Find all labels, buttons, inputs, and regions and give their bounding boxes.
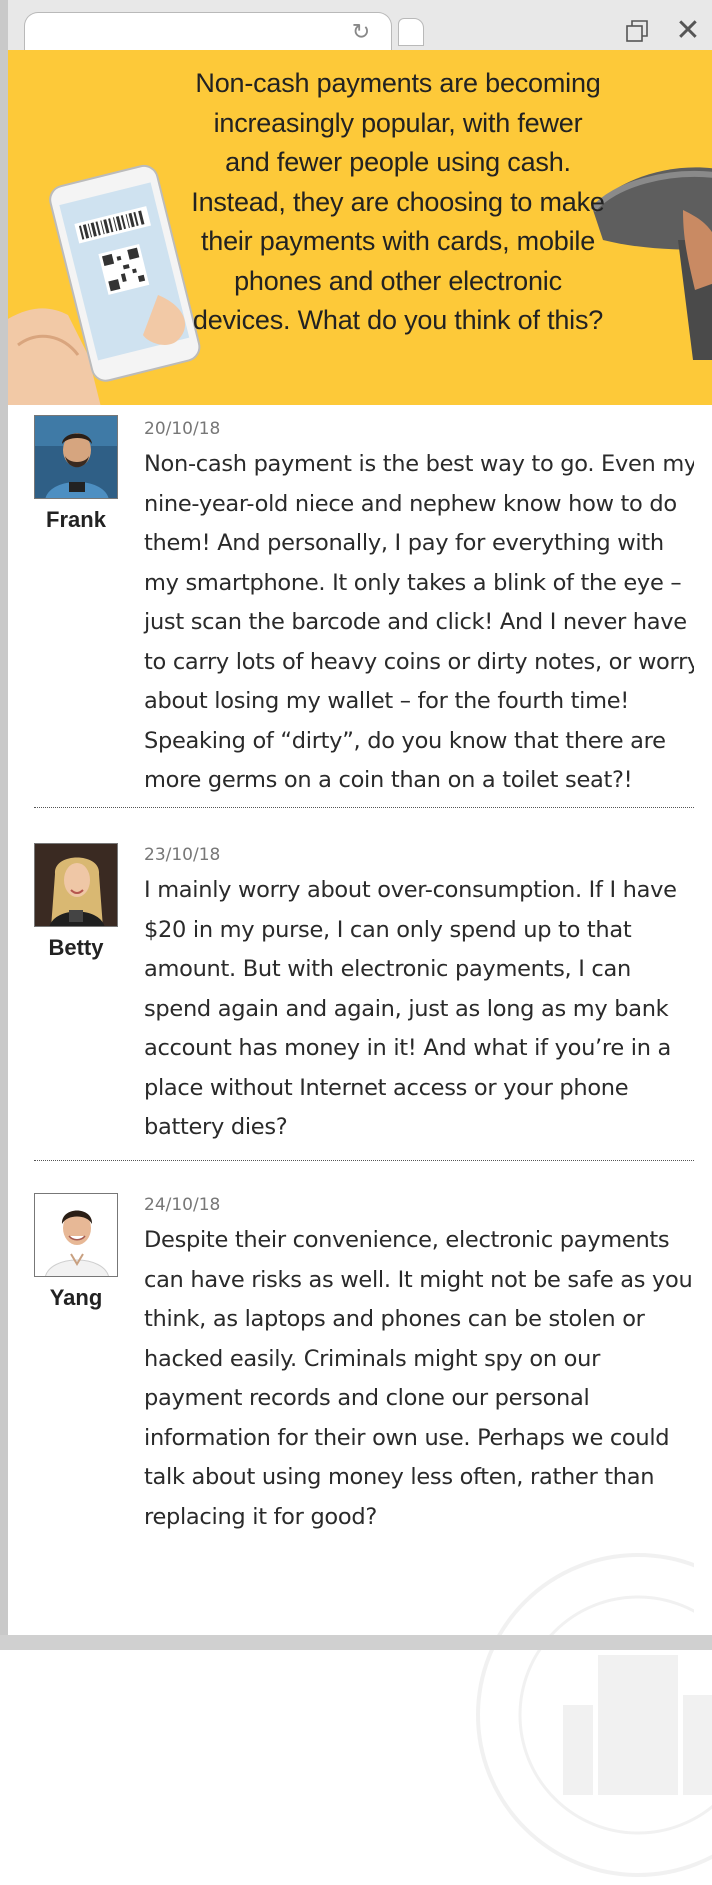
comment-text: I mainly worry about over-consumption. I… [144,877,677,1140]
topic-banner: Non-cash payments are becoming increasin… [8,50,712,405]
comment-divider [34,807,694,808]
browser-tab-bar: ↻ ✕ [8,0,712,52]
comments-section: Frank 20/10/18 Non-cash payment is the b… [8,405,712,1877]
restore-window-icon[interactable] [625,18,653,44]
comment-text: Non-cash payment is the best way to go. … [144,451,701,793]
window-bottom-border [0,1635,712,1650]
comment-text: Despite their convenience, electronic pa… [144,1227,693,1530]
window-right-border [694,405,712,1635]
close-icon[interactable]: ✕ [673,16,703,46]
author-name: Frank [46,507,106,532]
avatar [34,843,118,927]
comment-date: 20/10/18 [144,419,221,439]
window-left-border [0,0,8,1650]
comment-date: 24/10/18 [144,1195,221,1215]
browser-window: ↻ ✕ Non-cash payments are becoming incre… [0,0,712,1877]
new-tab-icon[interactable] [398,18,424,46]
topic-question: Non-cash payments are becoming increasin… [191,68,605,335]
comment-date: 23/10/18 [144,845,221,865]
comment-divider [34,1160,694,1161]
watermark-seal [476,1553,712,1877]
avatar [34,1193,118,1277]
reload-icon[interactable]: ↻ [348,20,374,46]
hand-holding-phone-image [8,164,201,405]
author-name: Betty [48,935,104,960]
browser-tab[interactable] [24,12,392,52]
avatar [34,415,118,499]
author-name: Yang [49,1285,103,1310]
